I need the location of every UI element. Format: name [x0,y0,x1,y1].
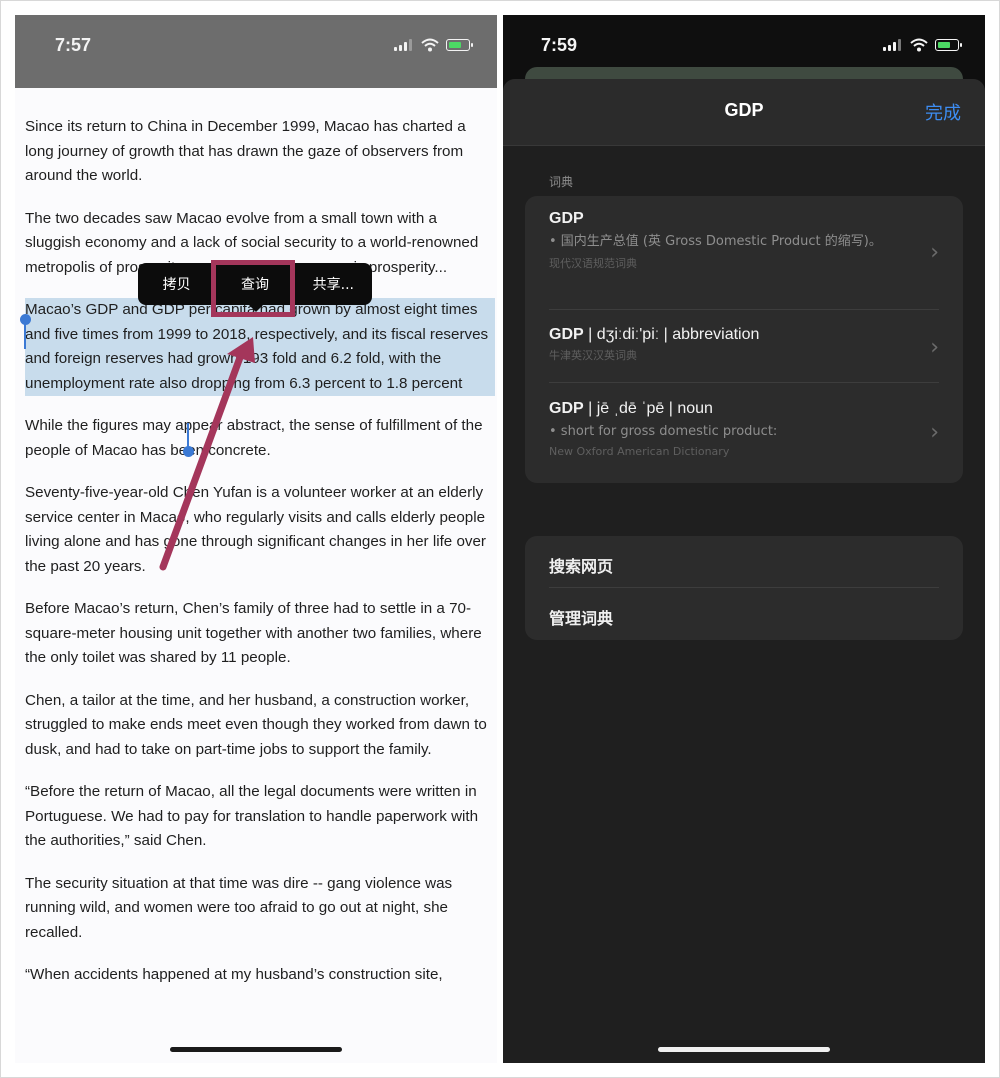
signal-icon [883,39,905,51]
chevron-right-icon: › [930,420,939,445]
annotation-arrow [159,337,255,571]
chevron-right-icon: › [930,335,939,360]
chevron-right-icon: › [930,240,939,265]
dictionary-results-card: GDP • 国内生产总值 (英 Gross Domestic Product 的… [525,196,963,483]
row-separator [549,382,939,383]
home-indicator[interactable] [170,1047,342,1052]
entry-extra: | jē ˌdē ˈpē | noun [583,400,713,417]
wifi-icon [910,38,928,52]
entry-extra: | dʒiːdiː'piː | abbreviation [583,326,760,343]
entry-definition: • short for gross domestic product: [549,424,778,439]
entry-term: GDP [549,326,584,343]
entry-term: GDP [549,400,584,417]
dictionary-entry[interactable]: GDP | dʒiːdiː'piː | abbreviation 牛津英汉汉英词… [549,326,939,363]
done-button[interactable]: 完成 [925,99,961,125]
dictionary-entry[interactable]: GDP | jē ˌdē ˈpē | noun • short for gros… [549,400,939,458]
left-phone-screen: 7:57 Since its return to China in Decemb… [15,15,497,1063]
actions-card: 搜索网页 管理词典 [525,536,963,640]
search-web-button[interactable]: 搜索网页 [549,553,613,577]
row-separator [549,309,939,310]
sheet-header: GDP 完成 [503,79,985,146]
section-label: 词典 [549,175,574,189]
right-phone-screen: 7:59 GDP 完成 词典 GDP • 国内生产总值 (英 Gross Dom… [503,15,985,1063]
dictionary-entry[interactable]: GDP • 国内生产总值 (英 Gross Domestic Product 的… [549,210,939,271]
entry-source: 现代汉语规范词典 [549,257,637,270]
sheet-title: GDP [724,100,764,120]
battery-icon [935,39,962,51]
home-indicator[interactable] [658,1047,830,1052]
entry-definition: • 国内生产总值 (英 Gross Domestic Product 的缩写)。 [549,234,882,249]
status-time: 7:59 [541,35,578,55]
entry-source: 牛津英汉汉英词典 [549,349,637,362]
entry-source: New Oxford American Dictionary [549,445,730,458]
entry-term: GDP [549,210,584,227]
manage-dictionary-button[interactable]: 管理词典 [549,605,613,629]
row-separator [549,587,939,588]
dictionary-sheet: GDP 完成 词典 GDP • 国内生产总值 (英 Gross Domestic… [503,79,985,1063]
